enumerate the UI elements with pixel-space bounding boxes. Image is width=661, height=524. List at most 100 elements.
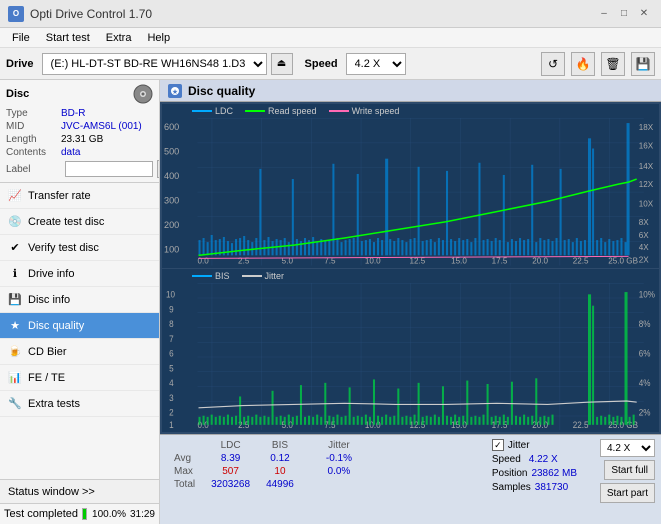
th-bis: BIS	[258, 439, 302, 452]
svg-text:200: 200	[164, 220, 179, 230]
sidebar-item-label: Transfer rate	[28, 190, 91, 202]
position-label: Position	[492, 468, 528, 479]
jitter-label: Jitter	[508, 440, 530, 451]
bis-legend-label: BIS	[215, 271, 230, 281]
chart1-wrapper: LDC Read speed Write speed	[162, 104, 659, 268]
disc-icon	[133, 84, 153, 104]
ldc-max: 507	[203, 465, 258, 478]
menu-help[interactable]: Help	[139, 30, 178, 46]
minimize-button[interactable]: –	[595, 5, 613, 23]
verify-test-disc-icon: ✔	[8, 241, 22, 255]
sidebar-item-label: Disc info	[28, 294, 70, 306]
sidebar-item-label: CD Bier	[28, 346, 67, 358]
menu-file[interactable]: File	[4, 30, 38, 46]
disc-panel-title: Disc	[6, 88, 29, 100]
label-key: Label	[6, 164, 61, 175]
sidebar-item-create-test-disc[interactable]: 💿 Create test disc	[0, 209, 159, 235]
maximize-button[interactable]: □	[615, 5, 633, 23]
stats-table: LDC BIS Jitter Avg 8.39 0.12	[166, 439, 360, 491]
svg-text:22.5: 22.5	[573, 419, 589, 430]
start-part-button[interactable]: Start part	[600, 483, 655, 503]
svg-text:10%: 10%	[639, 289, 656, 300]
menu-bar: File Start test Extra Help	[0, 28, 661, 48]
sidebar-item-extra-tests[interactable]: 🔧 Extra tests	[0, 391, 159, 417]
svg-text:8X: 8X	[639, 218, 649, 227]
progress-bar-fill	[83, 509, 86, 519]
svg-text:25.0 GB: 25.0 GB	[608, 256, 638, 265]
jitter-legend-line	[242, 275, 262, 277]
th-ldc: LDC	[203, 439, 258, 452]
stats-total-row: Total 3203268 44996	[166, 478, 360, 491]
sidebar-item-cd-bier[interactable]: 🍺 CD Bier	[0, 339, 159, 365]
start-full-button[interactable]: Start full	[604, 460, 655, 480]
write-speed-legend: Write speed	[329, 106, 400, 116]
svg-text:2%: 2%	[639, 407, 651, 418]
sidebar-item-verify-test-disc[interactable]: ✔ Verify test disc	[0, 235, 159, 261]
sidebar-item-disc-quality[interactable]: ★ Disc quality	[0, 313, 159, 339]
fe-te-icon: 📊	[8, 371, 22, 385]
svg-text:100: 100	[164, 244, 179, 254]
eject-button[interactable]: ⏏	[271, 53, 293, 75]
bis-legend-line	[192, 275, 212, 277]
refresh-button[interactable]: ↺	[541, 52, 565, 76]
status-window-button[interactable]: Status window >>	[0, 480, 159, 504]
burn-button[interactable]: 🔥	[571, 52, 595, 76]
status-completed-label: Test completed	[4, 508, 78, 520]
svg-text:22.5: 22.5	[573, 256, 589, 265]
sidebar: Disc Type BD-R MID JVC-AMS6L (001) Lengt…	[0, 80, 160, 524]
jitter-checkbox[interactable]: ✓	[492, 439, 504, 451]
close-button[interactable]: ✕	[635, 5, 653, 23]
length-key: Length	[6, 134, 61, 145]
svg-text:300: 300	[164, 195, 179, 205]
app-title: Opti Drive Control 1.70	[30, 7, 152, 21]
th-empty	[166, 439, 203, 452]
jitter-avg: -0.1%	[318, 452, 360, 465]
svg-text:6%: 6%	[639, 348, 651, 359]
svg-text:8%: 8%	[639, 318, 651, 329]
content-area: ★ Disc quality LDC Read speed	[160, 80, 661, 524]
sidebar-item-transfer-rate[interactable]: 📈 Transfer rate	[0, 183, 159, 209]
progress-bar-container	[82, 508, 87, 520]
sidebar-item-label: FE / TE	[28, 372, 65, 384]
read-speed-legend: Read speed	[245, 106, 317, 116]
sidebar-item-drive-info[interactable]: ℹ Drive info	[0, 261, 159, 287]
menu-extra[interactable]: Extra	[98, 30, 140, 46]
drive-select[interactable]: (E:) HL-DT-ST BD-RE WH16NS48 1.D3	[42, 53, 267, 75]
stats-avg-row: Avg 8.39 0.12 -0.1%	[166, 452, 360, 465]
sidebar-item-fe-te[interactable]: 📊 FE / TE	[0, 365, 159, 391]
progress-row: Test completed 100.0% 31:29	[0, 504, 159, 524]
type-value: BD-R	[61, 108, 85, 119]
stats-right-controls: 4.2 X Start full Start part	[600, 439, 655, 503]
stats-middle: ✓ Jitter Speed 4.22 X Position 23862 MB …	[492, 439, 592, 493]
svg-text:5: 5	[169, 363, 174, 374]
sidebar-item-disc-info[interactable]: 💾 Disc info	[0, 287, 159, 313]
svg-text:600: 600	[164, 122, 179, 132]
svg-text:1: 1	[169, 419, 174, 430]
stats-speed-select[interactable]: 4.2 X	[600, 439, 655, 457]
sidebar-item-label: Create test disc	[28, 216, 104, 228]
status-bar: Status window >> Test completed 100.0% 3…	[0, 479, 159, 524]
erase-button[interactable]: 🗑	[601, 52, 625, 76]
svg-text:8: 8	[169, 318, 174, 329]
chart1-legend: LDC Read speed Write speed	[162, 104, 659, 118]
svg-text:10: 10	[166, 289, 175, 300]
speed-select[interactable]: 4.2 X	[346, 53, 406, 75]
speed-current-value: 4.22 X	[529, 454, 558, 465]
svg-text:17.5: 17.5	[492, 256, 508, 265]
save-button[interactable]: 💾	[631, 52, 655, 76]
svg-text:16X: 16X	[639, 142, 654, 151]
svg-text:14X: 14X	[639, 162, 654, 171]
drive-label: Drive	[6, 58, 34, 70]
menu-start-test[interactable]: Start test	[38, 30, 98, 46]
main-content: Disc Type BD-R MID JVC-AMS6L (001) Lengt…	[0, 80, 661, 524]
disc-quality-icon: ★	[8, 319, 22, 333]
svg-text:6X: 6X	[639, 231, 649, 240]
svg-text:7: 7	[169, 333, 174, 344]
svg-text:12X: 12X	[639, 180, 654, 189]
label-input[interactable]	[65, 161, 153, 177]
svg-text:3: 3	[169, 392, 174, 403]
disc-panel: Disc Type BD-R MID JVC-AMS6L (001) Lengt…	[0, 80, 159, 183]
samples-row: Samples 381730	[492, 482, 592, 493]
jitter-legend: Jitter	[242, 271, 285, 281]
title-bar: O Opti Drive Control 1.70 – □ ✕	[0, 0, 661, 28]
